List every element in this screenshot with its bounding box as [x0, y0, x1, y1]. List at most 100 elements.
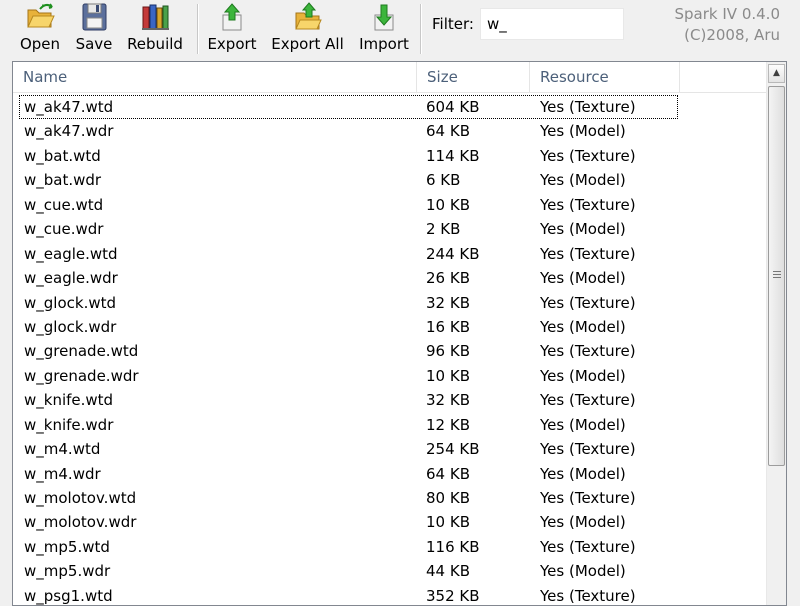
export-all-button[interactable]: Export All [270, 0, 345, 56]
file-resource-type: Yes (Model) [540, 171, 626, 190]
import-button[interactable]: Import [356, 0, 412, 56]
scroll-grip [773, 274, 781, 275]
file-resource-type: Yes (Texture) [540, 244, 636, 263]
scroll-up-button[interactable]: ▲ [768, 64, 785, 83]
file-size: 114 KB [426, 146, 480, 165]
file-resource-type: Yes (Texture) [540, 489, 636, 507]
file-resource-type: Yes (Texture) [540, 195, 636, 214]
file-size: 80 KB [426, 489, 470, 507]
rebuild-button-label: Rebuild [127, 35, 183, 53]
list-item[interactable]: w_cue.wdr 2 KB Yes (Model) [13, 217, 773, 241]
rebuild-books-icon [142, 4, 169, 30]
list-item[interactable]: w_glock.wdr 16 KB Yes (Model) [13, 315, 773, 339]
file-name: w_cue.wtd [24, 195, 104, 214]
save-button[interactable]: Save [74, 0, 114, 56]
list-item[interactable]: w_mp5.wdr 44 KB Yes (Model) [13, 559, 773, 583]
import-button-label: Import [359, 35, 409, 53]
file-size: 64 KB [426, 122, 470, 141]
file-name: w_glock.wdr [24, 317, 117, 336]
file-size: 604 KB [426, 98, 480, 116]
list-item[interactable]: w_knife.wdr 12 KB Yes (Model) [13, 413, 773, 437]
file-size: 10 KB [426, 195, 470, 214]
app-version-info: Spark IV 0.4.0 (C)2008, Aru [675, 4, 780, 46]
file-resource-type: Yes (Texture) [540, 391, 636, 410]
list-item[interactable]: w_knife.wtd 32 KB Yes (Texture) [13, 388, 773, 412]
list-item[interactable]: w_molotov.wtd 80 KB Yes (Texture) [13, 486, 773, 510]
floppy-disk-icon [82, 3, 107, 31]
column-header-name[interactable]: Name [13, 62, 417, 92]
file-resource-type: Yes (Texture) [540, 146, 636, 165]
file-name: w_molotov.wdr [24, 513, 137, 532]
export-button[interactable]: Export [207, 0, 257, 56]
list-item[interactable]: w_bat.wtd 114 KB Yes (Texture) [13, 144, 773, 168]
list-rows: w_ak47.wtd 604 KB Yes (Texture) w_ak47.wdr 6… [13, 95, 773, 605]
file-name: w_glock.wtd [24, 293, 117, 312]
import-arrow-down-icon [374, 4, 394, 31]
file-resource-type: Yes (Texture) [540, 293, 636, 312]
list-item[interactable]: w_cue.wtd 10 KB Yes (Texture) [13, 193, 773, 217]
file-name: w_grenade.wtd [24, 342, 139, 361]
file-name: w_ak47.wdr [24, 122, 114, 141]
app-version: Spark IV 0.4.0 [674, 5, 780, 23]
list-item[interactable]: w_mp5.wtd 116 KB Yes (Texture) [13, 535, 773, 559]
file-resource-type: Yes (Model) [540, 122, 626, 141]
file-size: 2 KB [426, 220, 461, 239]
list-item[interactable]: w_grenade.wtd 96 KB Yes (Texture) [13, 339, 773, 363]
file-resource-type: Yes (Texture) [540, 440, 636, 459]
file-resource-type: Yes (Model) [540, 513, 626, 532]
list-item[interactable]: w_ak47.wtd 604 KB Yes (Texture) [19, 95, 678, 120]
app-copyright: (C)2008, Aru [684, 26, 780, 44]
file-size: 244 KB [426, 244, 480, 263]
file-size: 64 KB [426, 464, 470, 483]
scroll-thumb[interactable] [768, 86, 785, 466]
list-item[interactable]: w_grenade.wdr 10 KB Yes (Model) [13, 364, 773, 388]
file-size: 254 KB [426, 440, 480, 459]
scroll-grip [773, 271, 781, 272]
file-size: 16 KB [426, 317, 470, 336]
list-item[interactable]: w_molotov.wdr 10 KB Yes (Model) [13, 510, 773, 534]
open-button[interactable]: Open [17, 0, 63, 56]
file-size: 32 KB [426, 391, 470, 410]
file-resource-type: Yes (Texture) [540, 586, 636, 605]
list-header: Name Size Resource [13, 62, 773, 93]
column-header-size[interactable]: Size [417, 62, 530, 92]
file-name: w_mp5.wtd [24, 537, 110, 556]
column-header-resource[interactable]: Resource [530, 62, 680, 92]
file-name: w_eagle.wdr [24, 269, 118, 288]
file-list[interactable]: Name Size Resource w_ak47.wtd 604 KB Yes (… [12, 61, 787, 606]
list-item[interactable]: w_eagle.wtd 244 KB Yes (Texture) [13, 242, 773, 266]
file-size: 6 KB [426, 171, 461, 190]
file-name: w_eagle.wtd [24, 244, 118, 263]
list-item[interactable]: w_psg1.wtd 352 KB Yes (Texture) [13, 584, 773, 605]
file-name: w_m4.wdr [24, 464, 101, 483]
file-name: w_ak47.wtd [24, 98, 114, 116]
rebuild-button[interactable]: Rebuild [124, 0, 186, 56]
file-resource-type: Yes (Model) [540, 220, 626, 239]
file-resource-type: Yes (Model) [540, 269, 626, 288]
file-size: 116 KB [426, 537, 480, 556]
list-item[interactable]: w_glock.wtd 32 KB Yes (Texture) [13, 291, 773, 315]
list-item[interactable]: w_eagle.wdr 26 KB Yes (Model) [13, 266, 773, 290]
open-button-label: Open [19, 35, 61, 53]
file-resource-type: Yes (Texture) [540, 342, 636, 361]
toolbar-separator [420, 4, 422, 54]
file-size: 10 KB [426, 366, 470, 385]
file-name: w_knife.wtd [24, 391, 114, 410]
file-resource-type: Yes (Model) [540, 317, 626, 336]
list-item[interactable]: w_m4.wtd 254 KB Yes (Texture) [13, 437, 773, 461]
file-size: 12 KB [426, 415, 470, 434]
file-name: w_psg1.wtd [24, 586, 113, 605]
save-button-label: Save [75, 35, 113, 53]
export-button-label: Export [207, 35, 257, 53]
file-name: w_mp5.wdr [24, 562, 111, 581]
folder-export-all-icon [294, 2, 322, 30]
filter-input[interactable] [480, 8, 624, 40]
list-item[interactable]: w_m4.wdr 64 KB Yes (Model) [13, 462, 773, 486]
file-name: w_molotov.wtd [24, 489, 137, 507]
file-size: 352 KB [426, 586, 480, 605]
file-name: w_bat.wtd [24, 146, 101, 165]
vertical-scrollbar[interactable]: ▲ [766, 62, 786, 605]
list-item[interactable]: w_ak47.wdr 64 KB Yes (Model) [13, 119, 773, 143]
list-item[interactable]: w_bat.wdr 6 KB Yes (Model) [13, 168, 773, 192]
file-name: w_bat.wdr [24, 171, 102, 190]
